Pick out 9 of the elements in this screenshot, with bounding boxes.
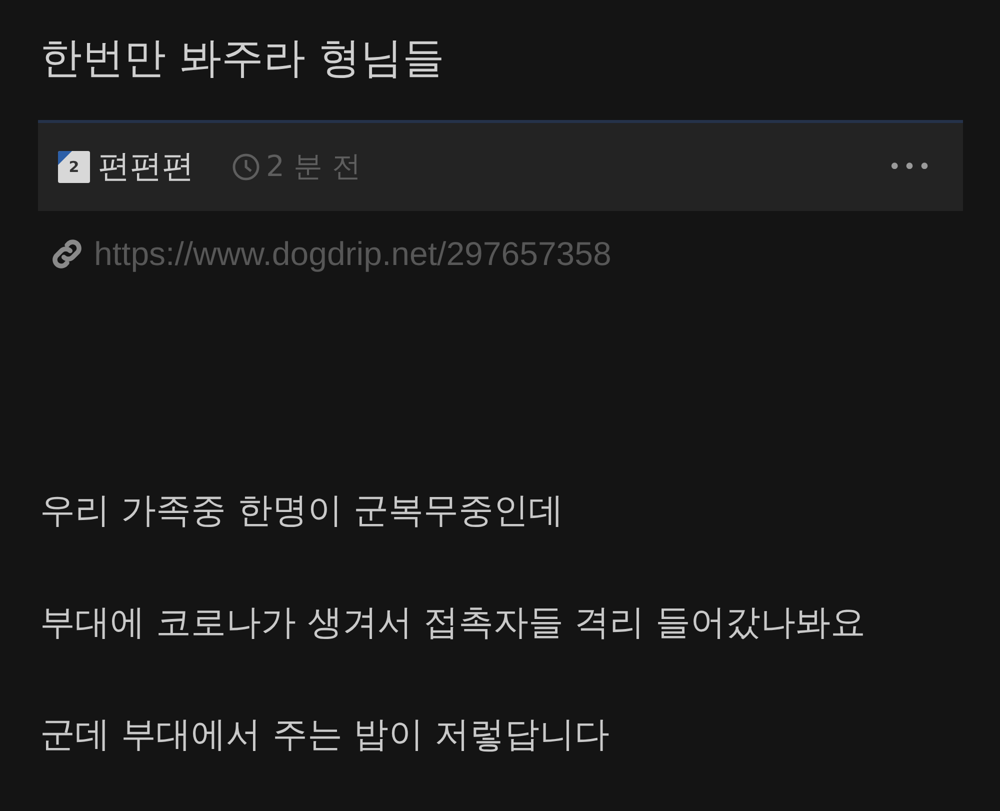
level-badge: 2	[58, 151, 90, 183]
post-paragraph: 군데 부대에서 주는 밥이 저렇답니다	[40, 714, 611, 757]
post-paragraph: 부대에 코로나가 생겨서 접촉자들 격리 들어갔나봐요	[40, 602, 867, 645]
post-time: 2 분 전	[266, 148, 361, 185]
clock-icon	[232, 153, 260, 181]
post-title: 한번만 봐주라 형님들	[40, 32, 446, 84]
author-name[interactable]: 편편편	[98, 145, 194, 189]
more-button[interactable]: •••	[888, 154, 933, 180]
post-paragraph: 우리 가족중 한명이 군복무중인데	[40, 490, 564, 533]
